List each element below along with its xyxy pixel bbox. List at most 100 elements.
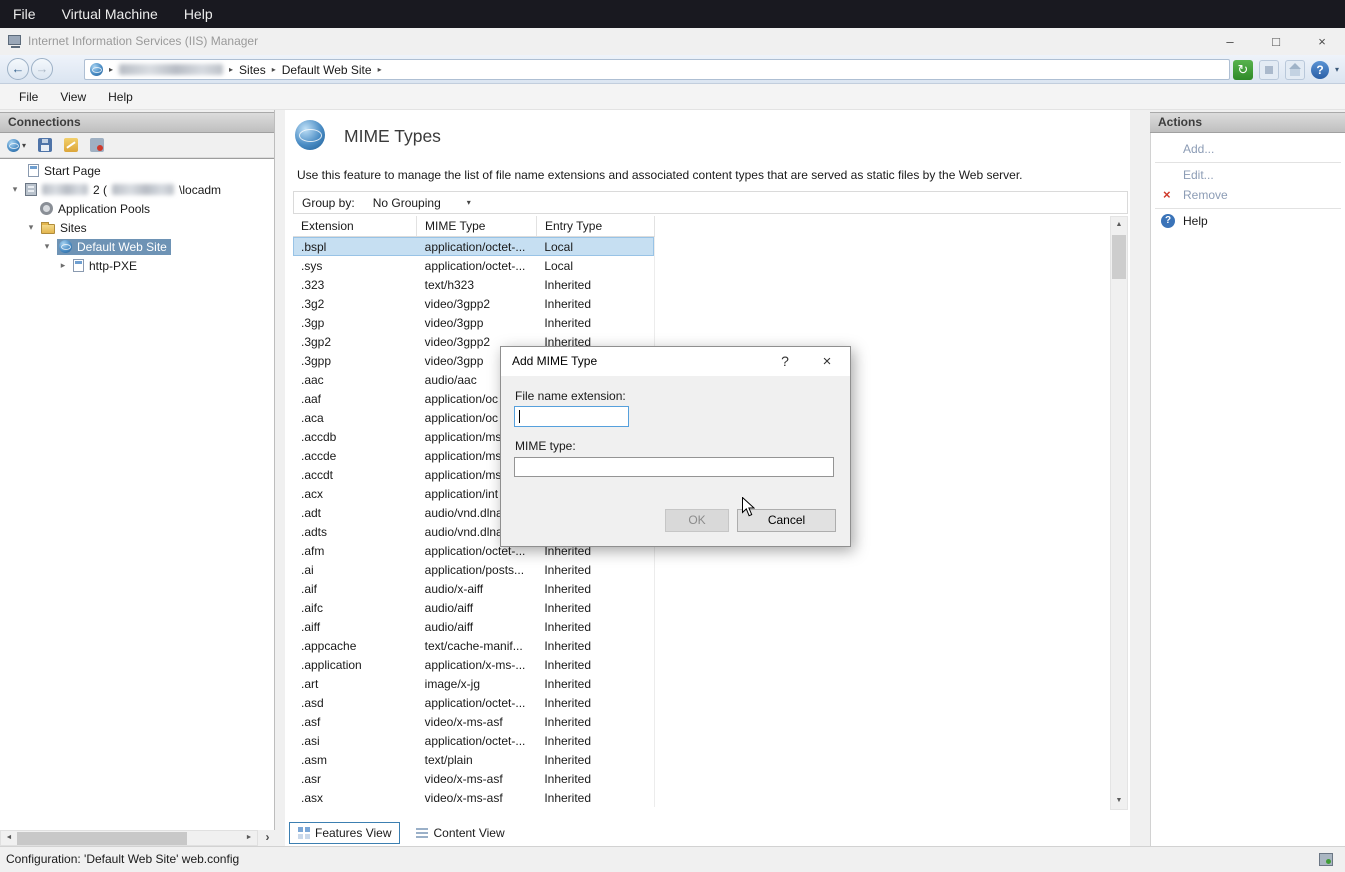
table-row[interactable]: .3g2video/3gpp2Inherited: [293, 294, 654, 313]
breadcrumb-server-redacted[interactable]: [119, 64, 223, 75]
table-row[interactable]: .aifcaudio/aiffInherited: [293, 598, 654, 617]
expander-icon[interactable]: ▾: [10, 184, 20, 195]
table-row[interactable]: .aiapplication/posts...Inherited: [293, 560, 654, 579]
maximize-button[interactable]: □: [1253, 28, 1299, 55]
table-cell: text/plain: [417, 753, 537, 767]
expander-icon[interactable]: ▾: [26, 222, 36, 233]
help-icon[interactable]: ?: [1311, 61, 1329, 79]
expander-icon[interactable]: ▸: [58, 260, 68, 271]
tree-item-application-pools[interactable]: Application Pools: [0, 199, 274, 218]
menu-view[interactable]: View: [49, 84, 97, 110]
dialog-help-icon[interactable]: ?: [770, 347, 800, 376]
table-row[interactable]: .aifaudio/x-aiffInherited: [293, 579, 654, 598]
remove-link[interactable]: Remove: [1183, 186, 1228, 204]
table-cell: image/x-jg: [417, 677, 537, 691]
menu-help[interactable]: Help: [97, 84, 144, 110]
column-header-extension[interactable]: Extension: [293, 216, 417, 236]
separator: [1155, 208, 1341, 209]
minimize-button[interactable]: –: [1207, 28, 1253, 55]
new-connection-icon[interactable]: ▾: [7, 139, 26, 152]
table-row[interactable]: .asrvideo/x-ms-asfInherited: [293, 769, 654, 788]
vm-menu-help[interactable]: Help: [171, 0, 226, 28]
help-link[interactable]: Help: [1183, 212, 1208, 230]
scrollbar-thumb[interactable]: [17, 832, 187, 845]
action-edit[interactable]: Edit...: [1151, 166, 1345, 184]
ok-button[interactable]: OK: [665, 509, 729, 532]
help-dropdown-caret-icon[interactable]: ▾: [1335, 65, 1339, 74]
table-cell: .3gp: [293, 316, 417, 330]
table-row[interactable]: .aiffaudio/aiffInherited: [293, 617, 654, 636]
table-row[interactable]: .asxvideo/x-ms-asfInherited: [293, 788, 654, 807]
save-connections-icon[interactable]: [38, 138, 52, 152]
scroll-up-button[interactable]: ▲: [1111, 218, 1127, 232]
table-row[interactable]: .sysapplication/octet-...Local: [293, 256, 654, 275]
close-button[interactable]: ×: [1299, 28, 1345, 55]
mime-type-field[interactable]: [514, 457, 834, 477]
table-cell: .aif: [293, 582, 417, 596]
home-icon[interactable]: [1285, 60, 1305, 80]
table-row[interactable]: .3gpvideo/3gppInherited: [293, 313, 654, 332]
delete-connection-icon[interactable]: [90, 138, 104, 152]
table-row[interactable]: .appcachetext/cache-manif...Inherited: [293, 636, 654, 655]
forward-button[interactable]: →: [31, 58, 53, 80]
tree-item-default-web-site[interactable]: ▾ Default Web Site: [0, 237, 274, 256]
table-row[interactable]: .asmtext/plainInherited: [293, 750, 654, 769]
tab-content-view[interactable]: Content View: [408, 823, 512, 843]
vm-menu-file[interactable]: File: [0, 0, 49, 28]
horizontal-scrollbar[interactable]: ◄ ►: [0, 830, 258, 846]
action-help[interactable]: ? Help: [1151, 212, 1345, 230]
application-pools-icon: [40, 202, 53, 215]
table-row[interactable]: .bsplapplication/octet-...Local: [293, 237, 654, 256]
stop-icon[interactable]: [1259, 60, 1279, 80]
menu-file[interactable]: File: [8, 84, 49, 110]
scroll-left-button[interactable]: ◄: [1, 831, 17, 845]
column-header-mime-type[interactable]: MIME Type: [417, 216, 537, 236]
table-cell: .adt: [293, 506, 417, 520]
connections-header: Connections: [0, 112, 274, 133]
group-by-bar: Group by: No Grouping ▾: [293, 191, 1128, 214]
tree-label: Sites: [60, 221, 87, 235]
breadcrumb-sites[interactable]: Sites: [239, 63, 266, 77]
add-link[interactable]: Add...: [1183, 140, 1214, 158]
panel-expand-button[interactable]: ›: [260, 830, 275, 846]
table-cell: .accdb: [293, 430, 417, 444]
expander-icon[interactable]: ▾: [42, 241, 52, 252]
file-name-extension-field[interactable]: [514, 406, 629, 427]
scroll-right-button[interactable]: ►: [241, 831, 257, 845]
content-view-icon: [416, 827, 428, 839]
breadcrumb-default-web-site[interactable]: Default Web Site: [282, 63, 372, 77]
table-row[interactable]: .asdapplication/octet-...Inherited: [293, 693, 654, 712]
vertical-scrollbar[interactable]: ▲ ▼: [1110, 216, 1128, 810]
table-row[interactable]: .323text/h323Inherited: [293, 275, 654, 294]
table-row[interactable]: .applicationapplication/x-ms-...Inherite…: [293, 655, 654, 674]
tab-features-view[interactable]: Features View: [289, 822, 400, 844]
action-remove[interactable]: × Remove: [1151, 186, 1345, 204]
tree-item-start-page[interactable]: Start Page: [0, 161, 274, 180]
view-tabs: Features View Content View: [289, 822, 513, 844]
tree-item-http-pxe[interactable]: ▸ http-PXE: [0, 256, 274, 275]
window-titlebar: Internet Information Services (IIS) Mana…: [0, 28, 1345, 55]
action-add[interactable]: Add...: [1151, 140, 1345, 158]
edit-connection-icon[interactable]: [64, 138, 78, 152]
column-header-entry-type[interactable]: Entry Type: [537, 216, 655, 236]
group-by-dropdown[interactable]: No Grouping ▾: [367, 193, 477, 212]
feature-description: Use this feature to manage the list of f…: [297, 168, 1112, 182]
table-row[interactable]: .artimage/x-jgInherited: [293, 674, 654, 693]
scroll-down-button[interactable]: ▼: [1111, 794, 1127, 808]
back-button[interactable]: ←: [7, 58, 29, 80]
scrollbar-thumb[interactable]: [1112, 235, 1126, 279]
table-cell: .afm: [293, 544, 417, 558]
table-cell: Inherited: [536, 601, 654, 615]
tree-item-sites[interactable]: ▾ Sites: [0, 218, 274, 237]
table-row[interactable]: .asiapplication/octet-...Inherited: [293, 731, 654, 750]
table-row[interactable]: .asfvideo/x-ms-asfInherited: [293, 712, 654, 731]
mouse-cursor: [742, 497, 755, 520]
breadcrumb: ▸ ▸ Sites ▸ Default Web Site ▸: [84, 59, 1230, 80]
edit-link[interactable]: Edit...: [1183, 166, 1214, 184]
refresh-icon[interactable]: ↻: [1233, 60, 1253, 80]
address-bar: ← → ▸ ▸ Sites ▸ Default Web Site ▸ ↻ ? ▾: [0, 55, 1345, 84]
connections-panel: Connections ▾ Start Page ▾ 2 ( \locadm A…: [0, 110, 275, 846]
dialog-close-icon[interactable]: ×: [812, 347, 842, 376]
tree-item-server[interactable]: ▾ 2 ( \locadm: [0, 180, 274, 199]
vm-menu-virtual-machine[interactable]: Virtual Machine: [49, 0, 171, 28]
